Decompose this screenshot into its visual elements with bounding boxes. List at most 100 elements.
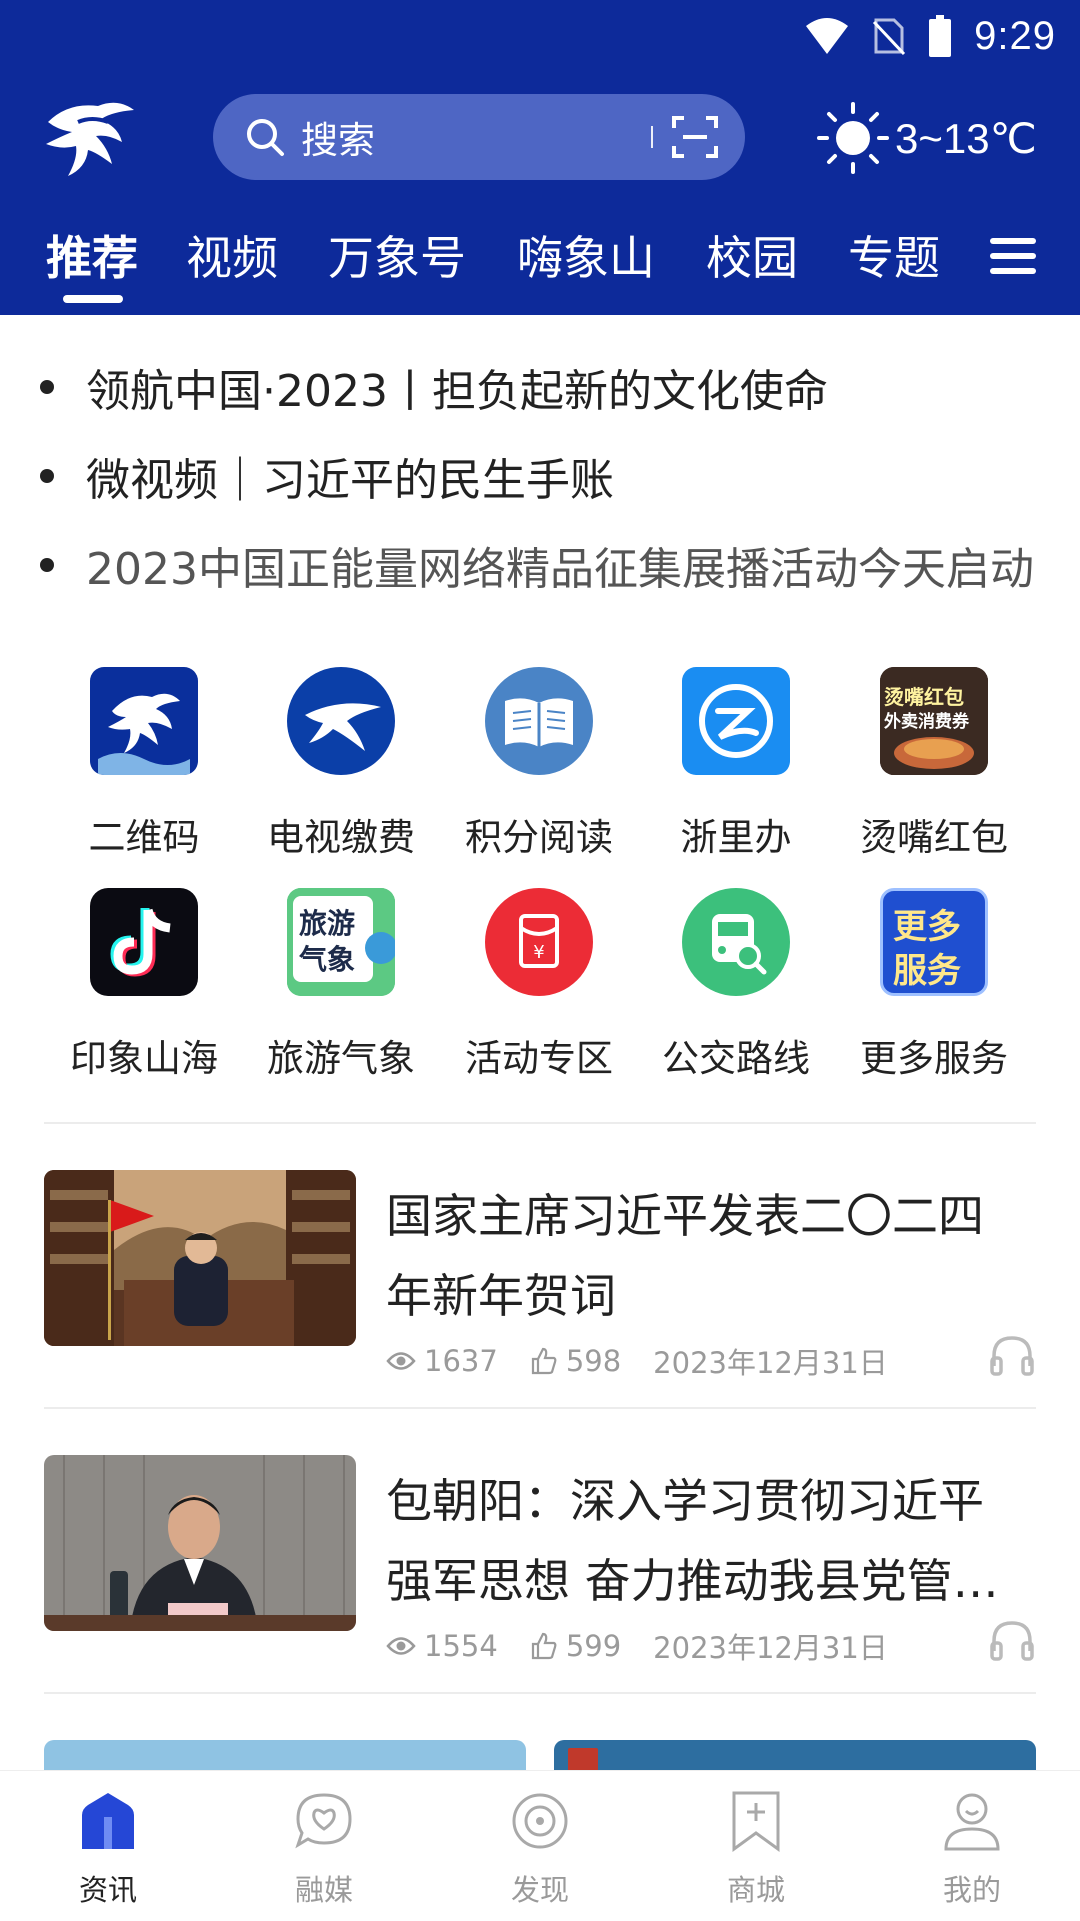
nav-media[interactable]: 融媒 [264, 1789, 384, 1909]
travel-line-1: 旅游 [299, 907, 356, 940]
no-sim-icon [873, 18, 906, 56]
category-tabs: 推荐 视频 万象号 嗨象山 校园 专题 [0, 222, 1080, 292]
promo-subtitle: 外卖消费券 [884, 712, 969, 732]
headline-text: 领航中国·2023丨担负起新的文化使命 [86, 366, 828, 417]
view-count-value: 1637 [424, 1344, 498, 1378]
publish-date: 2023年12月31日 [653, 1346, 888, 1380]
like-count-value: 598 [565, 1344, 622, 1378]
app-logo[interactable] [38, 92, 144, 180]
search-divider [651, 126, 653, 148]
service-travel-weather[interactable]: 旅游 气象 旅游气象 [241, 888, 441, 1082]
nav-label: 融媒 [294, 1873, 353, 1907]
service-label: 二维码 [88, 816, 200, 859]
xiang-logo-icon [90, 667, 198, 775]
news-meta: 1554 599 2023年12月31日 [386, 1625, 920, 1667]
service-label: 积分阅读 [465, 816, 613, 859]
tab-haixiangshan[interactable]: 嗨象山 [517, 222, 655, 288]
service-red-packet[interactable]: 烫嘴红包 外卖消费券 烫嘴红包 [834, 667, 1034, 861]
bus-icon [682, 888, 790, 996]
scan-icon[interactable] [671, 114, 719, 160]
view-count: 1637 [386, 1344, 498, 1378]
section-divider [44, 1407, 1036, 1409]
nav-news[interactable]: 资讯 [48, 1789, 168, 1909]
nav-label: 发现 [510, 1873, 569, 1907]
section-divider [44, 1122, 1036, 1124]
active-tab-indicator [63, 295, 123, 303]
tab-topics[interactable]: 专题 [848, 222, 940, 288]
promo-title: 烫嘴红包 [884, 685, 964, 709]
tab-video[interactable]: 视频 [186, 222, 278, 288]
news-title: 包朝阳：深入学习贯彻习近平强军思想 奋力推动我县党管武装工作 [386, 1474, 999, 1608]
news-thumbnail [44, 1455, 356, 1631]
news-item[interactable]: 国家主席习近平发表二〇二四年新年贺词 1637 598 2023年12月31日 [44, 1170, 1036, 1380]
status-time: 9:29 [974, 13, 1056, 58]
eye-icon [386, 1352, 416, 1370]
book-icon [485, 667, 593, 775]
eye-icon [386, 1637, 416, 1655]
like-count[interactable]: 598 [530, 1344, 621, 1378]
section-divider [44, 1692, 1036, 1694]
travel-line-2: 气象 [299, 943, 356, 976]
tab-recommend[interactable]: 推荐 [46, 222, 138, 288]
news-title: 国家主席习近平发表二〇二四年新年贺词 [386, 1189, 984, 1323]
nav-discover[interactable]: 发现 [480, 1789, 600, 1909]
menu-icon[interactable] [990, 236, 1036, 276]
wifi-icon [806, 18, 849, 54]
view-count-value: 1554 [424, 1629, 498, 1663]
app-header: 9:29 搜索 3~13℃ 推荐 视频 万象号 嗨象山 校园 专题 [0, 0, 1080, 315]
service-more[interactable]: 更多 服务 更多服务 [834, 888, 1034, 1082]
bullet-dot [40, 380, 54, 394]
more-line-1: 更多 [893, 907, 961, 947]
service-bus-route[interactable]: 公交路线 [636, 888, 836, 1082]
service-label: 更多服务 [860, 1037, 1008, 1080]
headline-item[interactable]: 2023中国正能量网络精品征集展播活动今天启动 [40, 533, 1040, 597]
service-label: 旅游气象 [267, 1037, 415, 1080]
tab-wanxiang[interactable]: 万象号 [328, 222, 466, 288]
news-meta: 1637 598 2023年12月31日 [386, 1340, 920, 1382]
view-count: 1554 [386, 1629, 498, 1663]
home-icon [82, 1793, 134, 1849]
user-icon [944, 1793, 1000, 1851]
battery-icon [929, 15, 952, 57]
service-zheliban[interactable]: 浙里办 [636, 667, 836, 861]
nav-label: 商城 [726, 1873, 785, 1907]
publish-date: 2023年12月31日 [653, 1631, 888, 1665]
search-placeholder: 搜索 [301, 119, 375, 162]
tv-bird-icon [287, 667, 395, 775]
headphones-icon[interactable] [988, 1332, 1036, 1376]
search-icon [247, 119, 284, 156]
red-envelope-icon: ¥ [485, 888, 593, 996]
bookmark-plus-icon [732, 1791, 780, 1852]
tab-campus[interactable]: 校园 [706, 222, 798, 288]
thumbs-up-icon [531, 1632, 557, 1660]
service-tv-payment[interactable]: 电视缴费 [241, 667, 441, 861]
service-points-reading[interactable]: 积分阅读 [439, 667, 639, 861]
headline-text: 2023中国正能量网络精品征集展播活动今天启动 [86, 544, 1034, 595]
headline-item[interactable]: 微视频｜习近平的民生手账 [40, 444, 1040, 508]
thumbs-up-icon [531, 1347, 557, 1375]
news-item[interactable]: 包朝阳：深入学习贯彻习近平强军思想 奋力推动我县党管武装工作 1554 599 … [44, 1455, 1036, 1665]
weather-widget[interactable]: 3~13℃ [815, 100, 1037, 176]
nav-mall[interactable]: 商城 [696, 1789, 816, 1909]
news-thumbnail [44, 1170, 356, 1346]
like-count-value: 599 [565, 1629, 622, 1663]
nav-label: 我的 [942, 1873, 1001, 1907]
nav-profile[interactable]: 我的 [912, 1789, 1032, 1909]
heart-chat-icon [295, 1793, 352, 1849]
headline-item[interactable]: 领航中国·2023丨担负起新的文化使命 [40, 355, 1040, 419]
headphones-icon[interactable] [988, 1617, 1036, 1661]
status-bar: 9:29 [804, 8, 1056, 64]
nav-label: 资讯 [78, 1873, 137, 1907]
service-qrcode[interactable]: 二维码 [44, 667, 244, 861]
service-label: 烫嘴红包 [860, 816, 1008, 859]
disc-icon [512, 1793, 568, 1849]
service-label: 电视缴费 [267, 816, 415, 859]
service-activity-zone[interactable]: ¥ 活动专区 [439, 888, 639, 1082]
bullet-dot [40, 558, 54, 572]
like-count[interactable]: 599 [530, 1629, 621, 1663]
service-yinxiang-shanhai[interactable]: 印象山海 [44, 888, 244, 1082]
more-line-2: 服务 [893, 951, 961, 991]
sun-icon [817, 102, 889, 174]
search-bar[interactable]: 搜索 [213, 94, 745, 180]
bottom-navigation: 资讯 融媒 发现 商城 我的 [0, 1770, 1080, 1921]
